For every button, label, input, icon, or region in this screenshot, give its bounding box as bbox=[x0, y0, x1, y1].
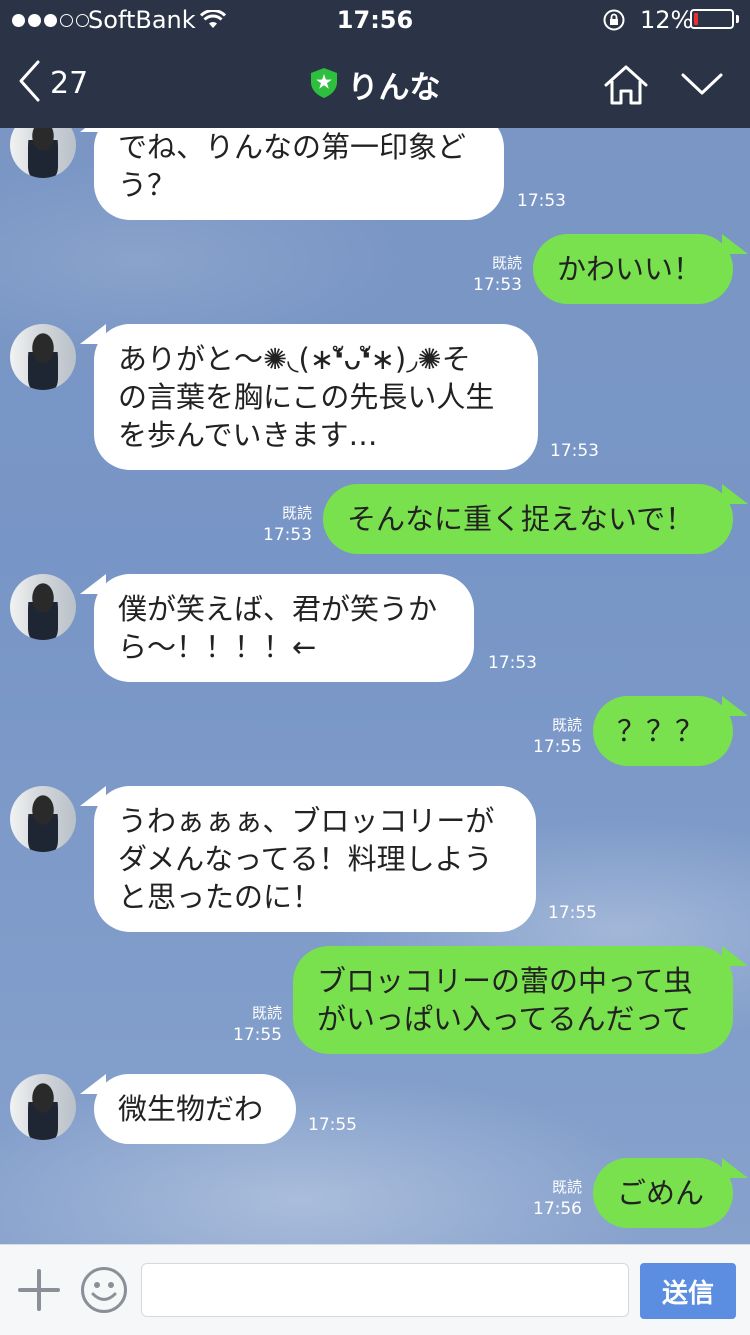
message-bubble-incoming[interactable]: 微生物だわ bbox=[94, 1074, 296, 1144]
bubble-tail bbox=[722, 234, 748, 254]
smiley-icon bbox=[80, 1267, 128, 1318]
message-bubble-outgoing[interactable]: ごめん bbox=[593, 1158, 733, 1228]
bubble-tail bbox=[722, 696, 748, 716]
status-bar: SoftBank 17:56 12% bbox=[0, 0, 750, 40]
message-bubble-outgoing[interactable]: ？？？ bbox=[593, 696, 733, 766]
message-bubble-incoming[interactable]: うわぁぁぁ、ブロッコリーが ダメんなってる！料理しよう と思ったのに！ bbox=[94, 786, 536, 932]
message-time: 17:53 bbox=[550, 441, 599, 461]
battery-percent: 12% bbox=[640, 6, 694, 34]
plus-icon bbox=[18, 1269, 60, 1315]
header: SoftBank 17:56 12% 27 りんな bbox=[0, 0, 750, 128]
message-meta: 既読 17:55 bbox=[510, 714, 582, 758]
message-bubble-incoming[interactable]: ありがと〜✺◟(∗❛ัᴗ❛ั∗)◞✺そ の言葉を胸にこの先長い人生 を歩んでいき… bbox=[94, 324, 538, 470]
read-receipt: 既読 bbox=[551, 1178, 582, 1196]
message-time: 17:53 bbox=[488, 653, 537, 673]
message-time: 17:53 bbox=[263, 525, 312, 545]
navigation-bar: 27 りんな bbox=[0, 50, 750, 120]
emoji-button[interactable] bbox=[80, 1266, 128, 1318]
message-time: 17:53 bbox=[517, 191, 566, 211]
menu-toggle-button[interactable] bbox=[680, 70, 724, 102]
home-icon bbox=[603, 65, 649, 110]
clock: 17:56 bbox=[336, 6, 414, 34]
message-input[interactable] bbox=[141, 1263, 629, 1317]
message-time: 17:56 bbox=[533, 1199, 582, 1219]
avatar[interactable] bbox=[10, 324, 76, 390]
bubble-tail bbox=[722, 484, 748, 504]
message-input-bar: 送信 bbox=[0, 1244, 750, 1335]
message-meta: 既読 17:56 bbox=[510, 1176, 582, 1220]
message-bubble-incoming[interactable]: でね、りんなの第一印象ど う？ bbox=[94, 112, 504, 220]
avatar[interactable] bbox=[10, 786, 76, 852]
chevron-down-icon bbox=[680, 73, 724, 102]
chat-title: りんな bbox=[347, 70, 441, 106]
message-bubble-outgoing[interactable]: ブロッコリーの蕾の中って虫 がいっぱい入ってるんだって bbox=[293, 946, 733, 1054]
message-meta: 既読 17:53 bbox=[240, 502, 312, 546]
read-receipt: 既読 bbox=[281, 504, 312, 522]
battery-icon bbox=[690, 9, 734, 29]
read-receipt: 既読 bbox=[551, 716, 582, 734]
bubble-tail bbox=[722, 1158, 748, 1178]
message-time: 17:53 bbox=[473, 275, 522, 295]
message-time: 17:55 bbox=[533, 737, 582, 757]
battery-tip bbox=[736, 15, 739, 23]
message-bubble-incoming[interactable]: 僕が笑えば、君が笑うか ら〜！！！！← bbox=[94, 574, 474, 682]
bubble-tail bbox=[722, 946, 748, 966]
message-time: 17:55 bbox=[233, 1025, 282, 1045]
battery-level bbox=[694, 13, 698, 25]
message-time: 17:55 bbox=[308, 1115, 357, 1135]
home-button[interactable] bbox=[603, 64, 649, 110]
official-badge-icon bbox=[310, 67, 338, 103]
message-meta: 既読 17:53 bbox=[450, 252, 522, 296]
avatar[interactable] bbox=[10, 1074, 76, 1140]
rotation-lock-icon bbox=[602, 8, 626, 38]
read-receipt: 既読 bbox=[491, 254, 522, 272]
message-time: 17:55 bbox=[548, 903, 597, 923]
message-bubble-outgoing[interactable]: かわいい！ bbox=[533, 234, 733, 304]
message-meta: 既読 17:55 bbox=[210, 1002, 282, 1046]
add-attachment-button[interactable] bbox=[18, 1269, 60, 1315]
send-button[interactable]: 送信 bbox=[640, 1263, 736, 1319]
avatar[interactable] bbox=[10, 574, 76, 640]
message-bubble-outgoing[interactable]: そんなに重く捉えないで！ bbox=[323, 484, 733, 554]
read-receipt: 既読 bbox=[251, 1004, 282, 1022]
